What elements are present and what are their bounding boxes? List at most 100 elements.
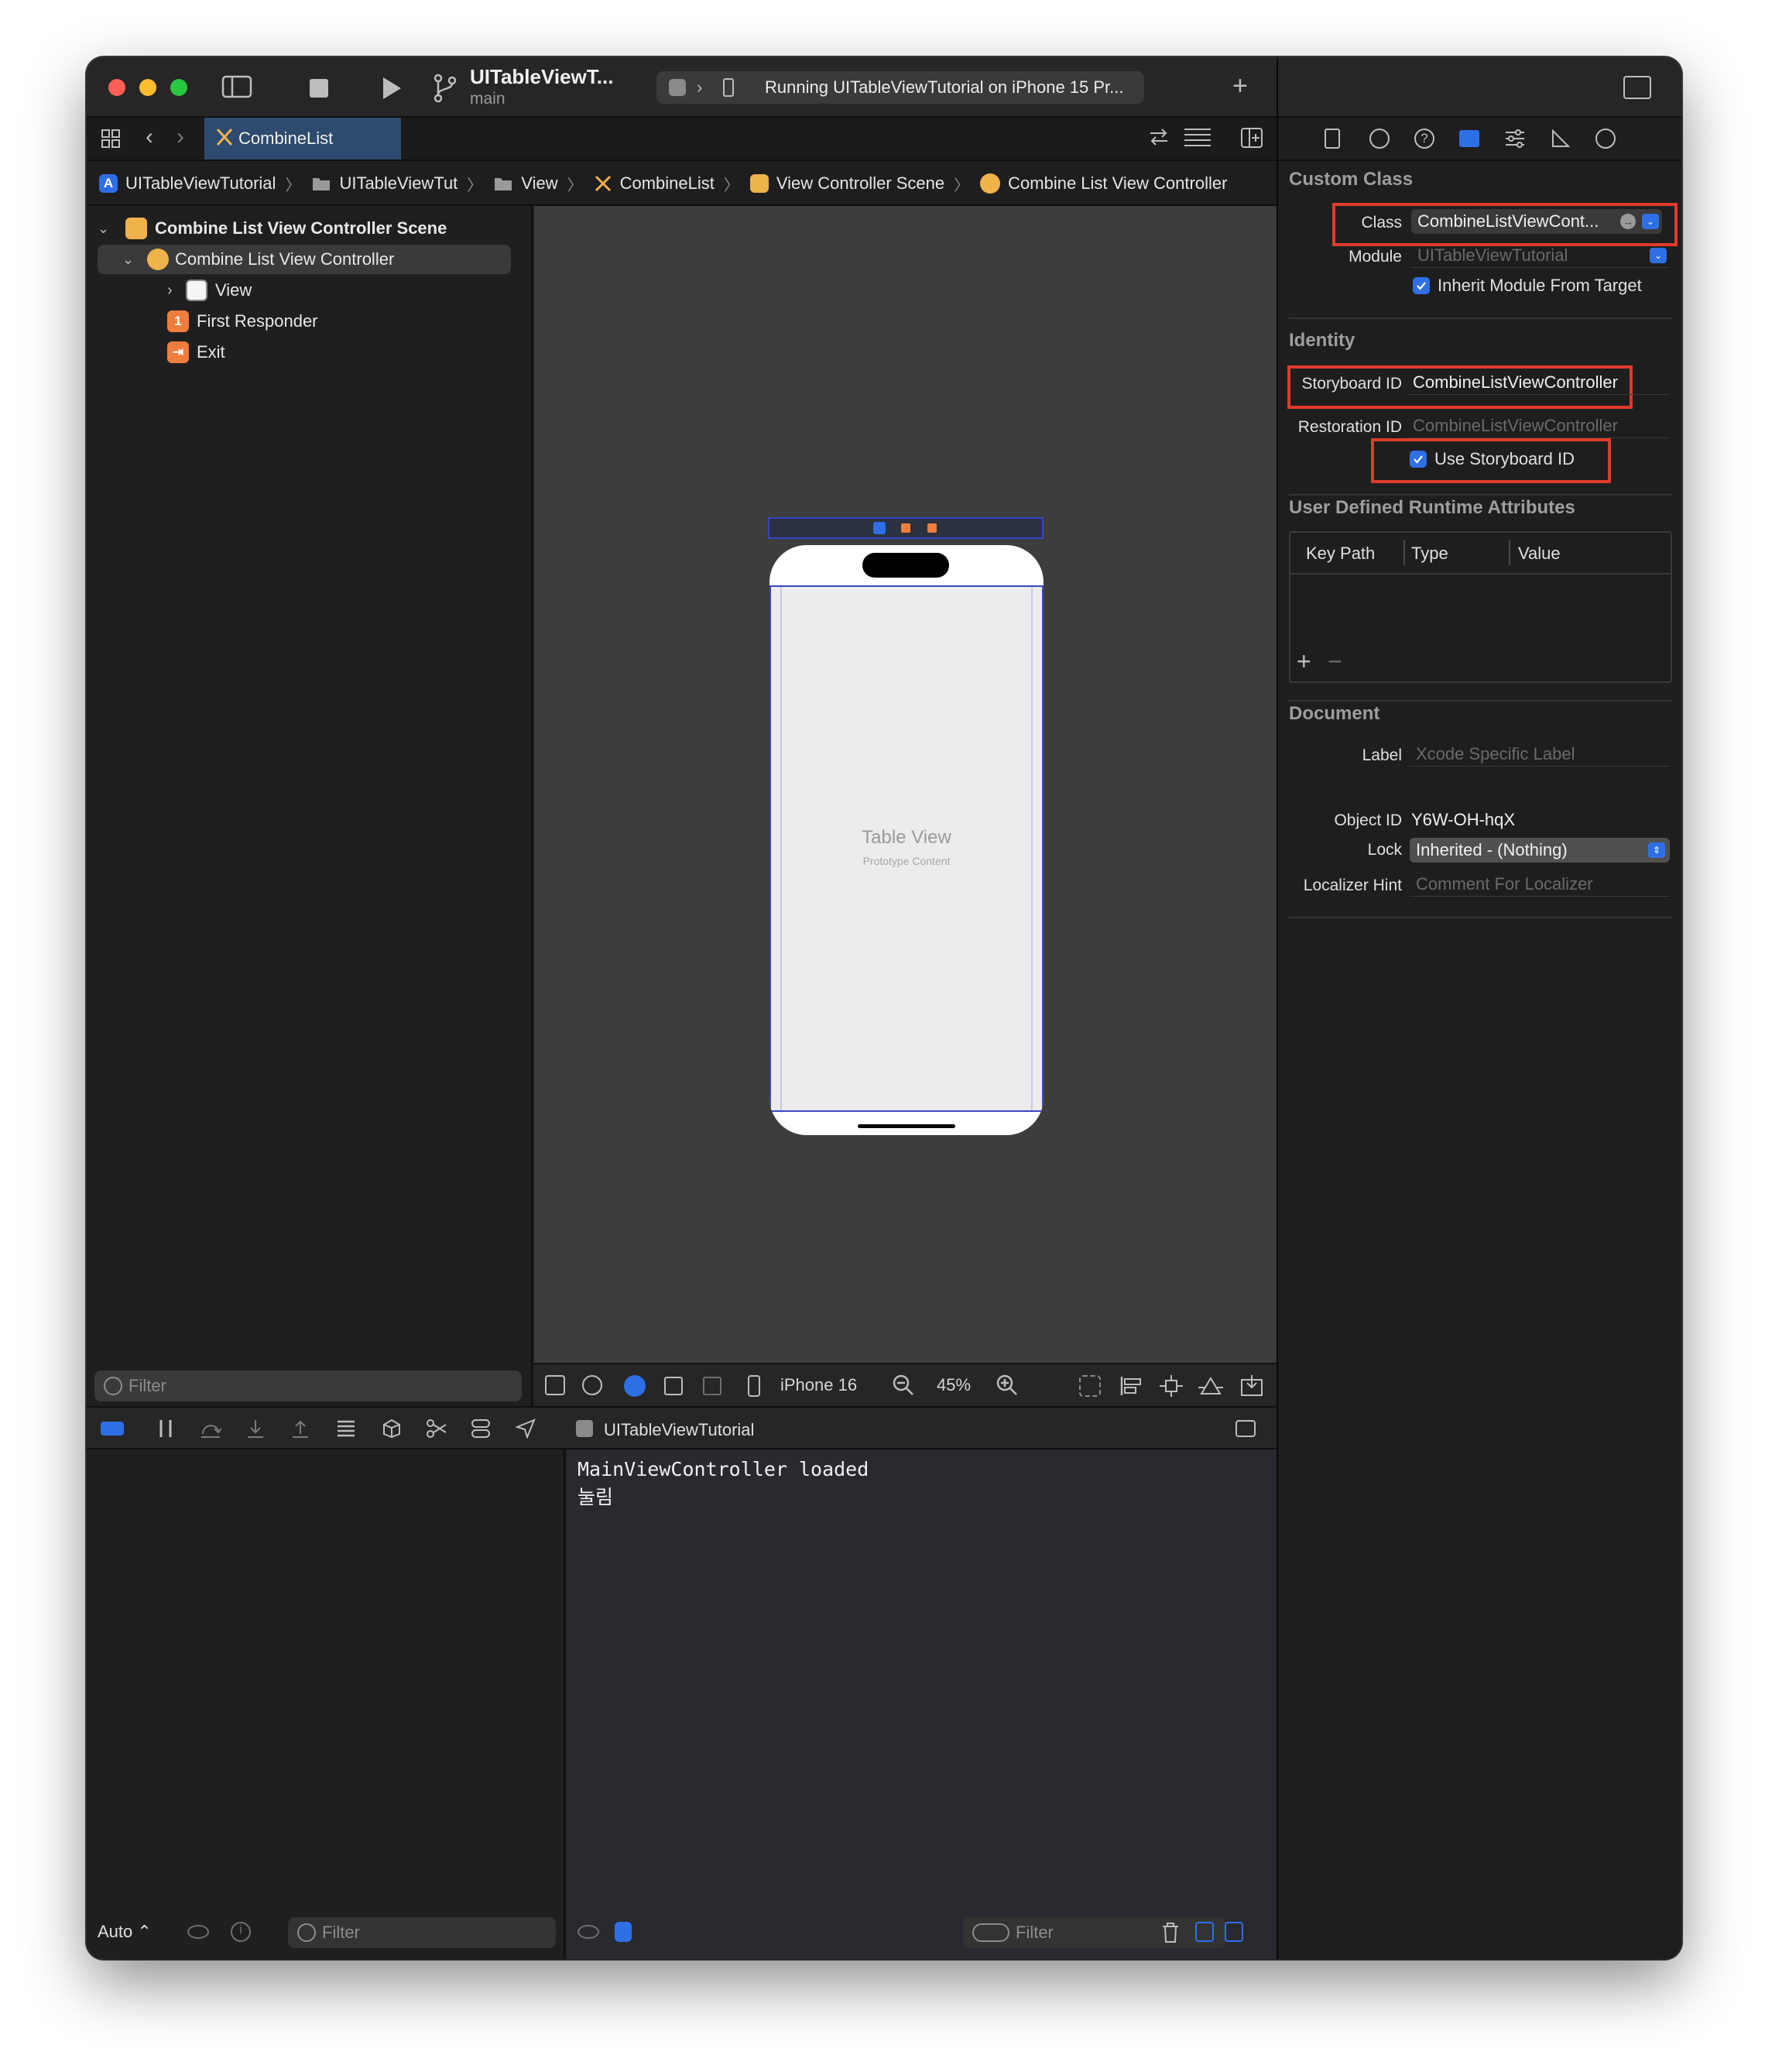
inspector-toggle-icon[interactable]	[1623, 76, 1651, 99]
add-editor-icon[interactable]	[1240, 127, 1263, 149]
zoom-out-icon[interactable]	[892, 1374, 915, 1397]
storyboard-canvas[interactable]: Table View Prototype Content	[534, 206, 1277, 1363]
breadcrumb-project[interactable]: A UITableViewTutorial	[99, 173, 276, 194]
breadcrumb-folder[interactable]: UITableViewTut	[311, 173, 458, 194]
debug-target[interactable]: UITableViewTutorial	[604, 1420, 754, 1440]
grid-icon[interactable]	[101, 129, 121, 149]
attributes-icon[interactable]	[1504, 129, 1526, 149]
outline-view[interactable]: › View	[98, 276, 252, 305]
resolve-issues-icon[interactable]	[1198, 1375, 1223, 1397]
show-console-icon[interactable]	[1225, 1922, 1243, 1942]
appearance-icon[interactable]	[624, 1375, 646, 1397]
accessibility-icon[interactable]	[582, 1375, 602, 1395]
storyboard-id-field[interactable]: CombineListViewController	[1407, 370, 1670, 395]
device-icon[interactable]	[748, 1375, 760, 1397]
scheme-title[interactable]: UITableViewT...	[470, 65, 613, 89]
stop-icon[interactable]	[310, 79, 328, 98]
auto-selector[interactable]: Auto ⌃	[98, 1922, 152, 1942]
add-attribute-icon[interactable]: +	[1297, 649, 1311, 674]
responder-dock-icon[interactable]	[901, 523, 910, 533]
step-into-icon[interactable]	[246, 1418, 265, 1439]
lock-select[interactable]: Inherited - (Nothing) ⇕	[1410, 838, 1670, 863]
controller-dock-icon[interactable]	[873, 522, 886, 534]
remove-attribute-icon[interactable]: −	[1328, 649, 1342, 674]
variables-filter[interactable]: Filter	[288, 1917, 556, 1948]
filter-menu-icon[interactable]	[972, 1923, 1009, 1942]
add-constraints-icon[interactable]	[1160, 1375, 1183, 1397]
zoom-in-icon[interactable]	[996, 1374, 1019, 1397]
add-icon[interactable]: +	[1232, 71, 1248, 101]
history-icon[interactable]	[1369, 129, 1390, 149]
eye-icon[interactable]	[187, 1925, 209, 1939]
environment-icon[interactable]	[426, 1418, 447, 1439]
step-out-icon[interactable]	[291, 1418, 310, 1439]
inherit-module-checkbox[interactable]: Inherit Module From Target	[1413, 276, 1642, 296]
localizer-hint-field[interactable]: Comment For Localizer	[1410, 872, 1670, 897]
outline-toggle-icon[interactable]	[545, 1375, 565, 1395]
sidebar-toggle-icon[interactable]	[221, 74, 252, 99]
file-inspector-icon[interactable]	[1325, 129, 1340, 149]
chevron-down-icon[interactable]: ⌄	[1650, 248, 1667, 263]
memory-graph-icon[interactable]	[381, 1418, 401, 1439]
connections-icon[interactable]	[1595, 129, 1616, 149]
align-icon[interactable]	[1119, 1375, 1143, 1397]
toggles-icon[interactable]	[471, 1418, 491, 1439]
use-storyboard-id-checkbox[interactable]: Use Storyboard ID	[1410, 449, 1575, 469]
chevron-down-icon[interactable]: ⌄	[1642, 214, 1659, 229]
breakpoints-icon[interactable]	[101, 1422, 124, 1436]
identity-inspector-icon[interactable]	[1459, 130, 1479, 147]
run-icon[interactable]	[381, 76, 403, 101]
show-variables-icon[interactable]	[1195, 1922, 1214, 1942]
class-field[interactable]: CombineListViewCont... → ⌄	[1411, 209, 1662, 234]
breadcrumb-scene[interactable]: View Controller Scene	[749, 173, 944, 194]
scene-dock[interactable]	[768, 517, 1044, 539]
module-field[interactable]: UITableViewTutorial ⌄	[1411, 243, 1670, 268]
exit-dock-icon[interactable]	[927, 523, 937, 533]
chevron-right-icon[interactable]: ›	[167, 282, 186, 300]
location-icon[interactable]	[516, 1418, 536, 1439]
pause-icon[interactable]	[158, 1418, 173, 1439]
trash-icon[interactable]	[1161, 1922, 1180, 1943]
table-view[interactable]: Table View Prototype Content	[769, 585, 1044, 1112]
breadcrumb-controller[interactable]: Combine List View Controller	[980, 173, 1227, 194]
outline-first-responder[interactable]: 1 First Responder	[98, 307, 318, 336]
step-over-icon[interactable]	[200, 1418, 221, 1439]
swap-icon[interactable]	[1147, 127, 1170, 147]
embed-icon[interactable]	[1240, 1375, 1263, 1397]
view-hierarchy-icon[interactable]	[336, 1418, 356, 1439]
lines-icon[interactable]	[1183, 127, 1212, 147]
minimize-window-button[interactable]	[139, 79, 156, 96]
outline-scene[interactable]: ⌄ Combine List View Controller Scene	[98, 214, 447, 243]
go-to-class-icon[interactable]: →	[1620, 214, 1636, 229]
breadcrumb-view-folder[interactable]: View	[493, 173, 558, 194]
hide-debug-area-icon[interactable]	[1236, 1420, 1256, 1437]
update-frames-icon[interactable]	[1079, 1375, 1101, 1397]
restoration-id-field[interactable]: CombineListViewController	[1407, 413, 1670, 438]
column-value[interactable]: Value	[1518, 544, 1561, 564]
back-icon[interactable]: ‹	[146, 124, 153, 150]
column-type[interactable]: Type	[1411, 544, 1448, 564]
outline-controller[interactable]: ⌄ Combine List View Controller	[98, 245, 511, 274]
runtime-attributes-table[interactable]: Key Path Type Value + −	[1289, 531, 1672, 683]
orientation-icon[interactable]	[664, 1377, 683, 1395]
eye-icon[interactable]	[577, 1925, 599, 1939]
size-inspector-icon[interactable]	[1551, 129, 1571, 149]
iphone-device-icon[interactable]	[723, 78, 734, 97]
forward-icon[interactable]: ›	[176, 124, 184, 150]
column-key-path[interactable]: Key Path	[1306, 544, 1375, 564]
layout-icon[interactable]	[703, 1377, 721, 1395]
close-window-button[interactable]	[108, 79, 125, 96]
outline-filter[interactable]: Filter	[94, 1370, 522, 1401]
label-field[interactable]: Xcode Specific Label	[1410, 742, 1670, 767]
console-filter[interactable]: Filter	[963, 1917, 1226, 1948]
info-icon[interactable]: i	[231, 1922, 251, 1942]
help-icon[interactable]: ?	[1414, 129, 1434, 149]
tab-combinelist[interactable]: CombineList	[204, 118, 401, 160]
options-icon[interactable]	[615, 1922, 632, 1942]
device-name[interactable]: iPhone 16	[780, 1375, 857, 1395]
console[interactable]: MainViewController loaded 눌림 Filter	[567, 1449, 1277, 1959]
zoom-window-button[interactable]	[170, 79, 187, 96]
chevron-down-icon[interactable]: ⌄	[98, 221, 118, 237]
chevron-down-icon[interactable]: ⌄	[122, 252, 141, 268]
breadcrumb-storyboard[interactable]: CombineList	[594, 173, 715, 194]
